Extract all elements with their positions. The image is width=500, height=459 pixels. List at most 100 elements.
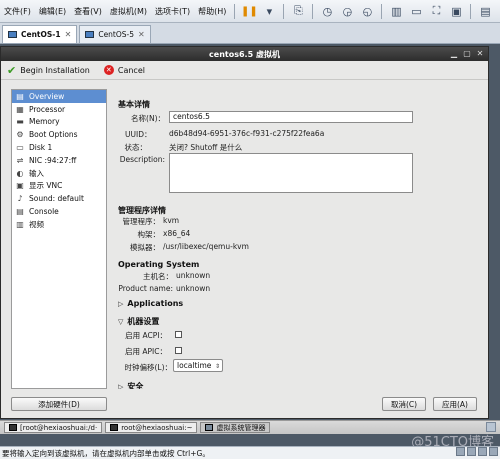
snapshot-icon[interactable]: ◷ [319,3,335,19]
vm-details-window: centos6.5 虚拟机 ▁ ▢ ✕ ✔ Begin Installation… [0,46,489,419]
tab-centos-1[interactable]: CentOS-1 ✕ [2,25,78,43]
cdrom-icon[interactable] [467,447,476,456]
sidebar-item-display-vnc[interactable]: ▣ 显示 VNC [12,180,106,193]
unity-icon[interactable]: ▣ [448,3,464,19]
sidebar-item-label: Overview [29,91,65,101]
sidebar-item-processor[interactable]: ▦ Processor [12,103,106,116]
toolbar-separator [234,3,236,19]
add-hardware-button[interactable]: 添加硬件(D) [11,397,107,411]
sidebar-item-label: Sound: default [29,194,84,204]
apic-label: 启用 APIC： [125,347,167,356]
expand-arrow-icon: ▷ [118,382,124,390]
cpu-icon: ▦ [16,104,24,114]
hypervisor-value: kvm [163,216,180,225]
disk-icon[interactable] [456,447,465,456]
acpi-label: 启用 ACPI： [125,331,167,340]
cancel-installation-button[interactable]: ✕ Cancel [103,65,145,75]
cancel-button[interactable]: 取消(C) [382,397,426,411]
taskbar-item-virt-manager[interactable]: 虚拟系统管理器 [200,422,271,433]
sidebar-item-sound[interactable]: ♪ Sound: default [12,192,106,205]
usb-icon[interactable] [489,447,498,456]
name-field[interactable]: centos6.5 [169,111,413,123]
collapse-arrow-icon: ▽ [118,317,124,326]
tab-centos-5[interactable]: CentOS-5 ✕ [79,25,151,43]
hardware-list: ▤ Overview ▦ Processor ▬ Memory ⚙ Boot O… [11,89,107,389]
state-value: 关闭? Shutoff 是什么 [169,143,243,152]
network-icon[interactable] [478,447,487,456]
console-view-icon[interactable]: ▤ [477,3,493,19]
menu-file[interactable]: 文件(F) [0,6,35,17]
applications-expander[interactable]: ▷ Applications [118,299,183,308]
basic-details-heading: 基本详情 [118,100,150,109]
sidebar-item-input[interactable]: ◐ 输入 [12,167,106,180]
menu-help[interactable]: 帮助(H) [194,6,230,17]
toolbar-separator [470,3,472,19]
sidebar-item-label: 输入 [29,168,44,178]
sidebar-item-disk-1[interactable]: ▭ Disk 1 [12,141,106,154]
machine-settings-label: 机器设置 [127,317,160,326]
minimize-icon[interactable]: ▁ [449,49,459,59]
acpi-checkbox[interactable] [175,331,182,338]
menu-vm[interactable]: 虚拟机(M) [106,6,151,17]
thumbnail-icon[interactable]: ▭ [408,3,424,19]
begin-installation-button[interactable]: ✔ Begin Installation [7,64,90,77]
console-icon: ▤ [16,207,24,217]
library-icon[interactable]: ▥ [388,3,404,19]
hostname-value: unknown [176,271,211,280]
description-textarea[interactable] [169,153,413,193]
clock-offset-value: localtime [177,361,212,370]
sidebar-item-memory[interactable]: ▬ Memory [12,116,106,129]
apply-button[interactable]: 应用(A) [433,397,477,411]
name-label: 名称(N)： [131,114,165,123]
revert-snapshot-icon[interactable]: ◶ [339,3,355,19]
taskbar-item-terminal-2[interactable]: root@hexiaoshuai:~ [105,422,198,433]
vm-icon [8,31,17,38]
pause-icon[interactable]: ❚❚ [241,3,258,19]
sidebar-item-nic[interactable]: ⇌ NIC :94:27:ff [12,154,106,167]
snapshot-manager-icon[interactable]: ◵ [359,3,375,19]
terminal-icon [9,424,17,431]
close-icon[interactable]: ✕ [475,49,485,59]
sidebar-item-label: NIC :94:27:ff [29,155,77,165]
menu-tabs[interactable]: 选项卡(T) [151,6,194,17]
send-keys-icon[interactable]: ⎘ [290,3,306,19]
hostname-label: 主机名： [143,272,173,281]
chevron-down-icon[interactable]: ▾ [261,3,277,19]
uuid-value: d6b48d94-6951-376c-f931-c275f22fea6a [169,129,325,138]
menu-view[interactable]: 查看(V) [70,6,106,17]
window-titlebar[interactable]: centos6.5 虚拟机 ▁ ▢ ✕ [1,47,488,61]
machine-settings-expander[interactable]: ▽ 机器设置 [118,316,159,327]
clock-offset-select[interactable]: localtime ⇕ [173,359,223,372]
security-label: 安全 [127,382,144,389]
window-title: centos6.5 虚拟机 [209,49,280,59]
speaker-icon: ♪ [17,194,23,204]
sidebar-item-label: 视频 [29,219,44,229]
sidebar-item-video[interactable]: ▥ 视频 [12,218,106,231]
arch-label: 构架： [137,230,161,239]
taskbar-item-label: 虚拟系统管理器 [216,423,266,432]
sidebar-item-label: 显示 VNC [29,181,63,191]
toolbar-separator [381,3,383,19]
menu-edit[interactable]: 编辑(E) [35,6,70,17]
taskbar-item-terminal-1[interactable]: [root@hexiaoshuai:/d· [4,422,103,433]
close-icon[interactable]: ✕ [65,30,72,39]
hypervisor-details-heading: 管理程序详情 [118,206,166,215]
mouse-icon: ◐ [16,168,24,178]
security-expander[interactable]: ▷ 安全 [118,381,143,389]
fullscreen-icon[interactable]: ⛶ [428,3,444,19]
sidebar-item-console[interactable]: ▤ Console [12,205,106,218]
sidebar-item-label: Disk 1 [29,143,53,153]
spinner-arrows-icon: ⇕ [214,363,220,370]
apic-checkbox[interactable] [175,347,182,354]
vm-icon [85,31,95,38]
status-text: 要将输入定向到该虚拟机，请在虚拟机内部单击或按 Ctrl+G。 [2,448,210,458]
sidebar-item-overview[interactable]: ▤ Overview [12,90,106,103]
applications-label: Applications [127,299,184,308]
checkmark-icon: ✔ [7,63,17,77]
maximize-icon[interactable]: ▢ [462,49,472,59]
taskbar-item-label: root@hexiaoshuai:~ [121,423,193,432]
video-icon: ▥ [16,219,24,229]
close-icon[interactable]: ✕ [138,30,145,39]
sidebar-item-boot-options[interactable]: ⚙ Boot Options [12,128,106,141]
info-icon: ▤ [16,91,24,101]
